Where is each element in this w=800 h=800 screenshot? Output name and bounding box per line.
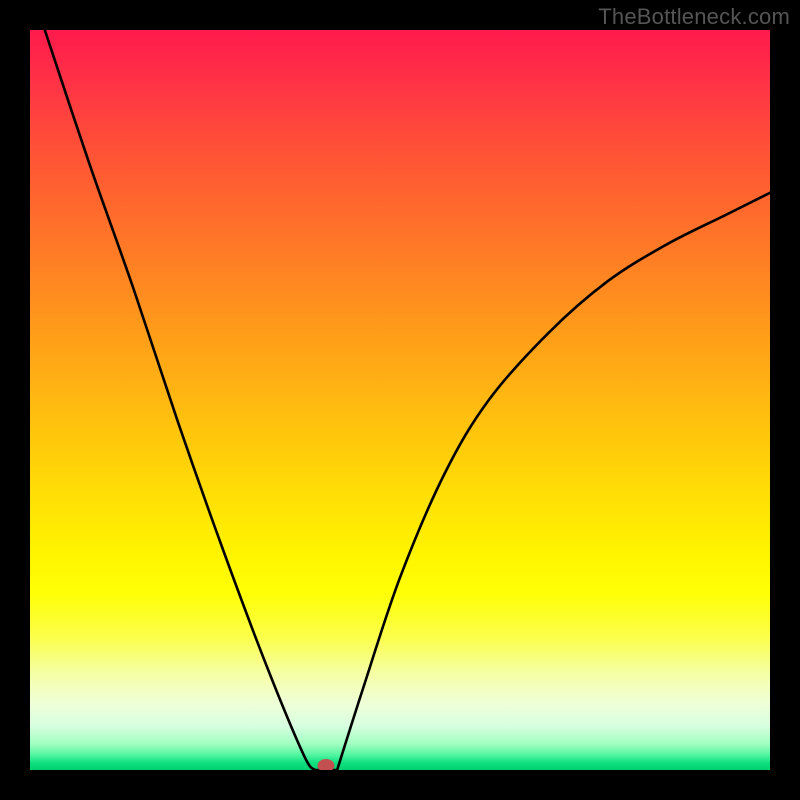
curve-line (45, 30, 770, 770)
attribution-text: TheBottleneck.com (598, 4, 790, 30)
bottleneck-curve (30, 30, 770, 770)
chart-plot-area (30, 30, 770, 770)
minimum-marker (318, 760, 334, 770)
